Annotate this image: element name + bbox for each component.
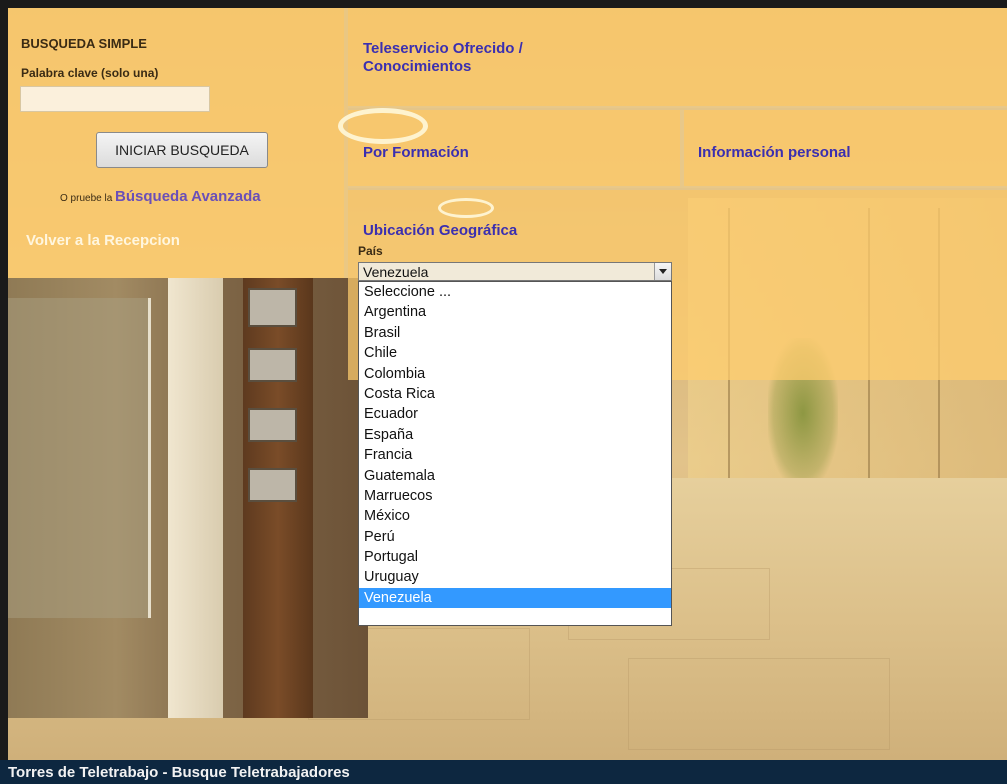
chevron-down-icon[interactable] [654, 263, 671, 280]
advanced-search-link[interactable]: Búsqueda Avanzada [115, 188, 261, 205]
country-select[interactable]: Venezuela [358, 262, 672, 281]
advanced-search-hint: O pruebe la Búsqueda Avanzada [60, 188, 261, 205]
bg-glass [8, 298, 151, 618]
country-option[interactable]: Ecuador [359, 404, 671, 424]
divider [348, 186, 1007, 190]
bg-plaque [248, 468, 297, 502]
bg-plaque [248, 408, 297, 442]
start-search-button[interactable]: INICIAR BUSQUEDA [96, 132, 268, 168]
country-option[interactable]: Guatemala [359, 466, 671, 486]
ceiling-light [438, 198, 494, 218]
status-text: Torres de Teletrabajo - Busque Teletraba… [8, 764, 350, 781]
ceiling-light [338, 108, 428, 144]
formacion-link[interactable]: Por Formación [363, 144, 469, 161]
teleservicio-link[interactable]: Teleservicio Ofrecido / Conocimientos [363, 40, 603, 76]
country-dropdown-list[interactable]: Seleccione ... Argentina Brasil Chile Colomb… [358, 281, 672, 626]
bg-plaque [248, 348, 297, 382]
divider [680, 110, 684, 188]
divider [348, 106, 1007, 110]
country-option[interactable]: Chile [359, 343, 671, 363]
country-option[interactable]: Uruguay [359, 567, 671, 587]
status-bar: Torres de Teletrabajo - Busque Teletraba… [0, 760, 1007, 784]
country-option[interactable]: Seleccione ... [359, 282, 671, 302]
back-to-reception-link[interactable]: Volver a la Recepcion [26, 232, 180, 249]
country-option[interactable]: España [359, 425, 671, 445]
background-scene: BUSQUEDA SIMPLE Palabra clave (solo una)… [8, 8, 1007, 760]
geo-title: Ubicación Geográfica [363, 222, 518, 239]
bg-pillar [168, 278, 223, 718]
bg-tile [628, 658, 890, 750]
country-option[interactable]: Francia [359, 445, 671, 465]
country-option[interactable]: Perú [359, 527, 671, 547]
country-selected-value: Venezuela [363, 264, 429, 280]
personal-info-link[interactable]: Información personal [698, 144, 851, 161]
country-label: País [358, 244, 383, 258]
country-option[interactable]: Colombia [359, 364, 671, 384]
country-option[interactable]: México [359, 506, 671, 526]
country-option[interactable]: Portugal [359, 547, 671, 567]
keyword-input[interactable] [20, 86, 210, 112]
keyword-label: Palabra clave (solo una) [21, 66, 159, 80]
country-option[interactable]: Venezuela [359, 587, 671, 609]
bg-plaque [248, 288, 297, 327]
country-option[interactable]: Marruecos [359, 486, 671, 506]
country-option[interactable]: Argentina [359, 302, 671, 322]
country-option[interactable]: Brasil [359, 323, 671, 343]
try-prefix: O pruebe la [60, 193, 113, 204]
divider [344, 8, 348, 278]
country-option[interactable]: Costa Rica [359, 384, 671, 404]
simple-search-title: BUSQUEDA SIMPLE [21, 36, 147, 51]
